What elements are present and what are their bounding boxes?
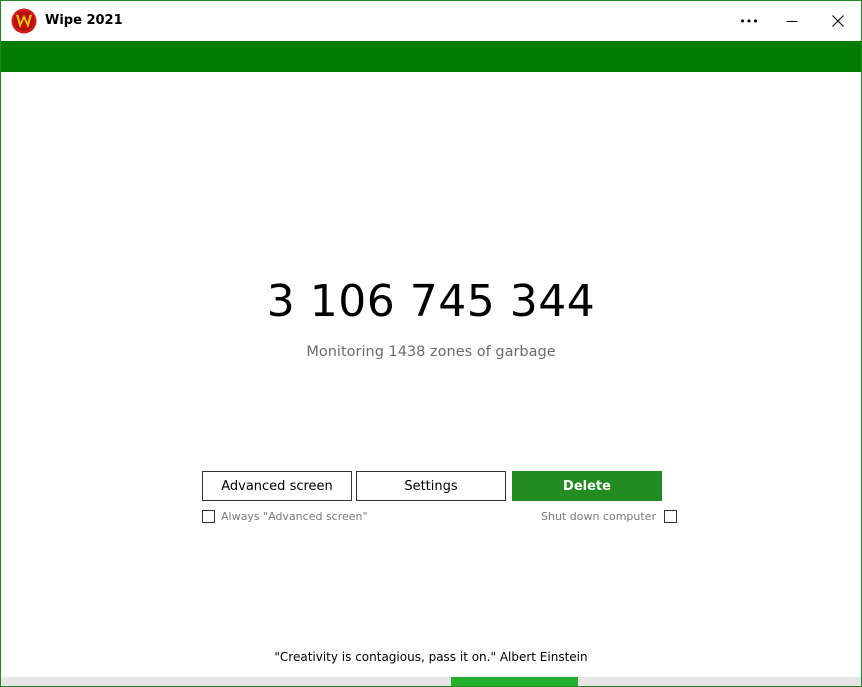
settings-button[interactable]: Settings bbox=[356, 471, 506, 501]
more-icon: ••• bbox=[739, 14, 759, 28]
garbage-counter: 3 106 745 344 bbox=[266, 276, 596, 327]
wipe-logo-icon bbox=[11, 8, 37, 34]
delete-button[interactable]: Delete bbox=[512, 471, 662, 501]
green-banner bbox=[1, 41, 861, 72]
progress-bar bbox=[1, 677, 861, 686]
shutdown-checkbox[interactable] bbox=[663, 509, 677, 523]
always-advanced-checkbox[interactable] bbox=[202, 509, 215, 523]
more-options-button[interactable]: ••• bbox=[726, 1, 772, 41]
shutdown-label: Shut down computer bbox=[541, 509, 656, 523]
minimize-button[interactable] bbox=[769, 1, 815, 41]
advanced-screen-button[interactable]: Advanced screen bbox=[202, 471, 352, 501]
minimize-icon bbox=[786, 21, 798, 22]
app-window: Wipe 2021 ••• 3 106 745 344 Monitoring 1… bbox=[0, 0, 862, 687]
close-icon bbox=[832, 15, 844, 27]
window-title: Wipe 2021 bbox=[45, 13, 123, 28]
always-advanced-option[interactable]: Always "Advanced screen" bbox=[202, 508, 368, 524]
always-advanced-label: Always "Advanced screen" bbox=[221, 509, 368, 523]
close-button[interactable] bbox=[815, 1, 861, 41]
title-bar[interactable]: Wipe 2021 ••• bbox=[1, 1, 861, 41]
quote-text: "Creativity is contagious, pass it on." … bbox=[274, 650, 588, 664]
progress-indicator bbox=[451, 677, 578, 686]
shutdown-option[interactable]: Shut down computer bbox=[541, 508, 677, 524]
monitoring-status: Monitoring 1438 zones of garbage bbox=[306, 344, 556, 360]
